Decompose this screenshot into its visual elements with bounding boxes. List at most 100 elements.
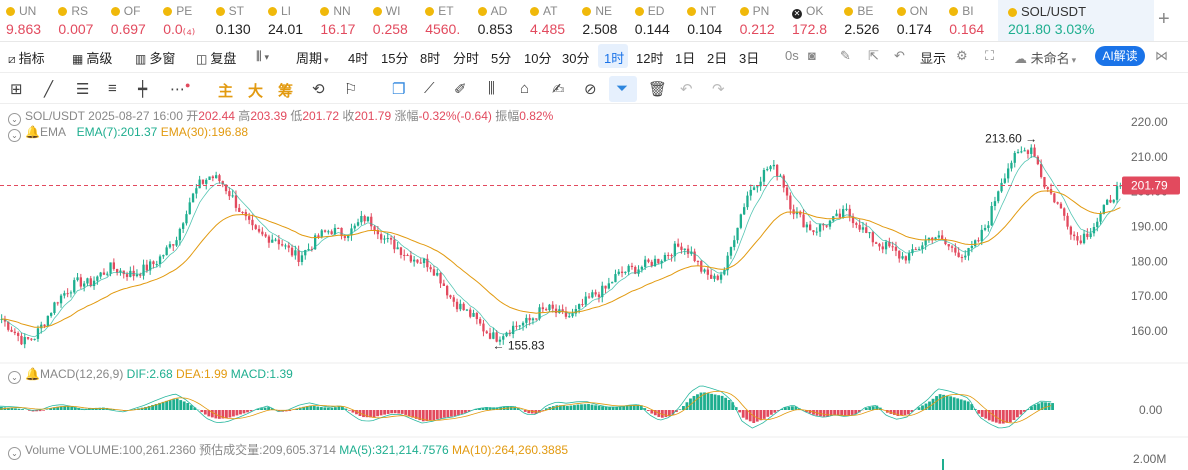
advanced-button[interactable]: ▦ 高级 [72, 48, 112, 67]
timeframe-option[interactable]: 1日 [675, 48, 695, 67]
ticker-symbol: AT [543, 4, 558, 18]
timeframe-option[interactable]: 15分 [381, 48, 408, 67]
candle-body [1030, 147, 1033, 154]
coin-icon [110, 7, 120, 16]
period-button[interactable]: 周期 ▾ [296, 48, 329, 67]
macd-bar [1033, 404, 1037, 410]
ticker-item[interactable]: ET 4560. [425, 0, 473, 41]
delete-icon[interactable]: 🗑 [648, 80, 667, 98]
timeframe-option[interactable]: 4时 [348, 48, 368, 67]
add-tab-button[interactable]: + [1158, 8, 1170, 31]
ticker-item[interactable]: RS 0.007 [58, 0, 106, 41]
layout-menu[interactable]: ☁ 未命名 ▾ [1014, 48, 1076, 67]
ticker-item[interactable]: NE 2.508 [582, 0, 630, 41]
collapse-icon[interactable]: ⌄ [8, 447, 21, 460]
magnet-icon[interactable]: ⊘ [584, 80, 597, 98]
timeframe-option[interactable]: 5分 [491, 48, 511, 67]
ticker-bar: UN 9.863 RS 0.007 OF 0.697 PE 0.0₍₄₎ ST 0.130 LI 24… [0, 0, 1188, 42]
copy-icon[interactable]: ❐ [392, 80, 405, 98]
settings-icon[interactable]: ⚙ [956, 48, 968, 64]
parallel-lines-icon[interactable]: ☰ [76, 80, 89, 98]
macd-bar [1008, 410, 1012, 423]
candle-body [26, 337, 30, 339]
candle-body [624, 271, 627, 273]
flag-icon[interactable]: ⚐ [344, 80, 357, 98]
timeframe-option[interactable]: 1时 [604, 48, 624, 67]
macd-bar [200, 410, 204, 413]
popout-icon[interactable]: ⇱ [868, 48, 879, 64]
indicators-button[interactable]: ⧄ 指标 [8, 48, 45, 67]
ticker-item[interactable]: AT 4.485 [530, 0, 578, 41]
note-icon[interactable]: ✍ [552, 80, 565, 98]
sync-icon[interactable]: ⟲ [312, 80, 325, 98]
fullscreen-icon[interactable]: ⛶ [985, 48, 994, 64]
share-icon[interactable]: ⋈ [1155, 48, 1168, 64]
trend-line-icon[interactable]: ╱ [44, 80, 53, 98]
timeframe-option[interactable]: 10分 [524, 48, 551, 67]
main-force-tool[interactable]: 主 [218, 80, 233, 101]
candle-body [1096, 221, 1099, 228]
ruler-icon[interactable]: ⟋ [424, 80, 435, 97]
timeframe-option[interactable]: 12时 [636, 48, 663, 67]
lock-icon[interactable]: ⌂ [520, 80, 529, 97]
timeframe-option[interactable]: 2日 [707, 48, 727, 67]
bell-icon[interactable]: 🔔 [25, 367, 40, 381]
ticker-item[interactable]: LI 24.01 [268, 0, 316, 41]
ticker-item[interactable]: PE 0.0₍₄₎ [163, 0, 211, 41]
ticker-item[interactable]: BE 2.526 [844, 0, 892, 41]
candle-body [403, 254, 406, 256]
large-order-tool[interactable]: 大 [248, 80, 263, 101]
active-ticker-tab[interactable]: SOL/USDT 201.80 3.03% [998, 0, 1154, 41]
ticker-item[interactable]: UN 9.863 [6, 0, 54, 41]
crosshair-icon[interactable]: ⊞ [10, 80, 23, 98]
ai-interpret-button[interactable]: AI解读 [1095, 46, 1145, 66]
bell-icon[interactable]: 🔔 [25, 125, 40, 139]
horizontal-line-icon[interactable]: ┿ [138, 80, 147, 98]
fib-icon[interactable]: ≡ [108, 80, 117, 97]
collapse-icon[interactable]: ⌄ [8, 129, 21, 142]
indicator-icon: ⧄ [8, 52, 16, 66]
ticker-item[interactable]: BI 0.164 [949, 0, 997, 41]
undo-icon[interactable]: ↶ [894, 48, 905, 64]
ticker-item[interactable]: PN 0.212 [739, 0, 788, 41]
candle-body [76, 277, 79, 281]
camera-icon[interactable]: ◙ [808, 48, 816, 63]
candle-body [835, 213, 838, 217]
candle-body [436, 272, 439, 276]
candle-body [960, 257, 964, 259]
compare-icon[interactable]: ⫼ [488, 80, 495, 97]
timeframe-option[interactable]: 30分 [562, 48, 589, 67]
timeframe-option[interactable]: 分时 [453, 48, 479, 67]
multi-window-button[interactable]: ▥ 多窗 [135, 48, 175, 67]
redo-draw-icon[interactable]: ↷ [712, 80, 725, 98]
ticker-item[interactable]: ED 0.144 [634, 0, 683, 41]
candle-body [802, 214, 805, 228]
candle-body [686, 248, 690, 254]
ticker-item[interactable]: AD 0.853 [477, 0, 526, 41]
filter-icon[interactable]: ⏷ [616, 80, 628, 97]
ticker-item[interactable]: WI 0.258 [372, 0, 421, 41]
ticker-price: 0.258 [372, 21, 408, 37]
ticker-item[interactable]: ✕ OK 172.8 [792, 0, 840, 41]
timeframe-option[interactable]: 8时 [420, 48, 440, 67]
replay-button[interactable]: ◫ 复盘 [196, 48, 236, 67]
ticker-item[interactable]: NN 16.17 [320, 0, 368, 41]
ticker-item[interactable]: OF 0.697 [110, 0, 159, 41]
candle-body [211, 176, 215, 179]
chart-area[interactable]: 220.00210.00200.00190.00180.00170.00160.… [0, 105, 1188, 470]
ticker-item[interactable]: ON 0.174 [896, 0, 945, 41]
brush-icon[interactable]: ✐ [454, 80, 467, 98]
pencil-icon[interactable]: ✎ [840, 48, 851, 64]
undo-draw-icon[interactable]: ↶ [680, 80, 693, 98]
more-tools-icon[interactable]: ⋯● [170, 80, 190, 98]
macd-bar [457, 410, 460, 415]
ticker-item[interactable]: ST 0.130 [215, 0, 264, 41]
collapse-icon[interactable]: ⌄ [8, 371, 21, 384]
macd-bar [917, 407, 921, 410]
display-button[interactable]: 显示 [920, 48, 946, 67]
chart-type-button[interactable]: ⫼ ▾ [256, 48, 269, 64]
ticker-item[interactable]: NT 0.104 [687, 0, 735, 41]
chart-canvas[interactable]: 220.00210.00200.00190.00180.00170.00160.… [0, 105, 1188, 470]
chips-tool[interactable]: 筹 [278, 80, 293, 101]
timeframe-option[interactable]: 3日 [739, 48, 759, 67]
